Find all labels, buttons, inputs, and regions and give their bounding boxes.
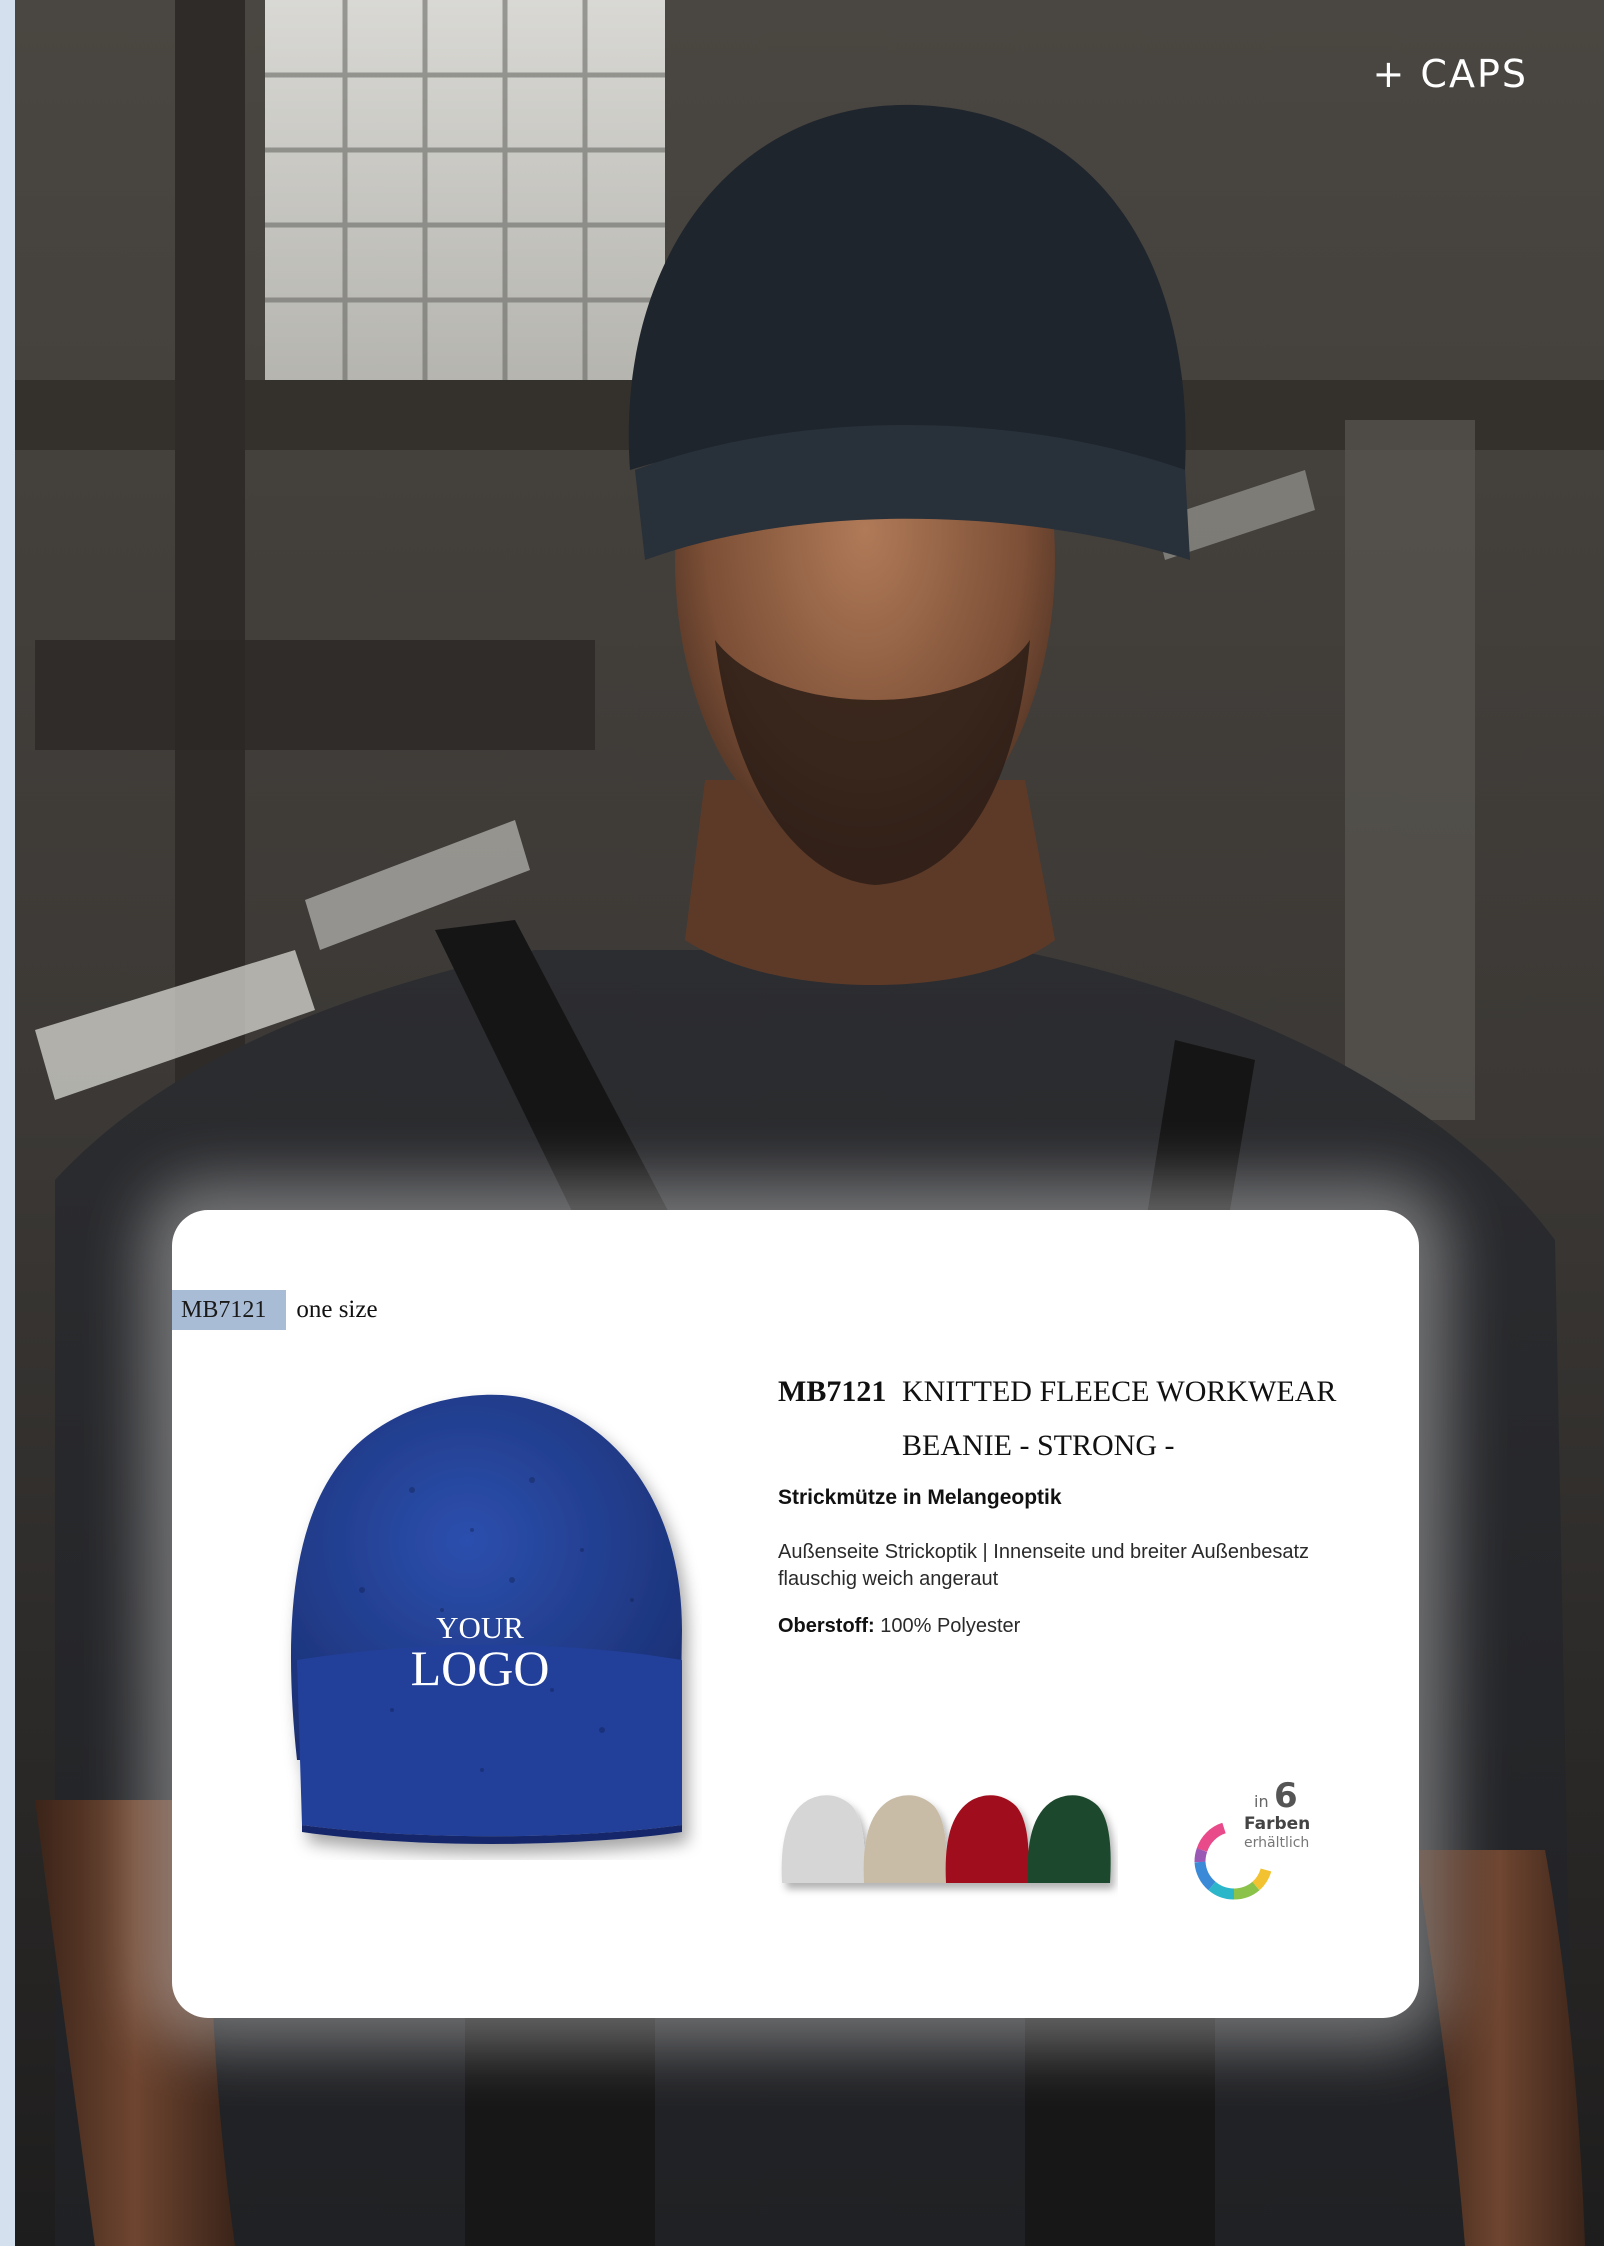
material-label: Oberstoff: [778,1615,875,1637]
colors-available-badge: in 6 Farben erhältlich [1192,1776,1322,1908]
material-info: Oberstoff: 100% Polyester [778,1615,1020,1638]
variant-band-red [946,1858,1028,1883]
badge-prefix: in [1254,1792,1269,1811]
title-text-1: KNITTED FLEECE WORKWEAR [902,1375,1337,1408]
product-code: MB7121 [778,1375,887,1408]
badge-count: 6 [1274,1776,1298,1816]
section-label: + CAPS [1372,52,1528,96]
material-value: 100% Polyester [880,1615,1021,1637]
beanie-product-image: YOUR LOGO [290,1394,682,1844]
badge-line2: erhältlich [1244,1835,1310,1851]
title-line-2: BEANIE - STRONG - [902,1429,1175,1462]
variant-band-grey [782,1858,864,1883]
logo-text-logo: LOGO [411,1640,550,1696]
sku-row: MB7121 one size [172,1290,378,1330]
size-label: one size [296,1296,378,1323]
product-title: MB7121 KNITTED FLEECE WORKWEAR BEANIE - S… [778,1365,1398,1473]
product-description: Außenseite Strickoptik | Innenseite und … [778,1541,1310,1590]
product-card: MB7121 one size YOUR LOGO MB7121 KNITTED… [172,1210,1419,2018]
badge-line1: Farben [1244,1814,1311,1834]
variant-band-beige [864,1858,946,1883]
color-variants [781,1795,1111,1883]
left-edge-strip [0,0,15,2246]
product-subtitle: Strickmütze in Melangeoptik [778,1486,1062,1509]
title-line-1: MB7121 KNITTED FLEECE WORKWEAR [778,1365,1398,1419]
variant-band-green [1028,1858,1110,1883]
sku-tag: MB7121 [172,1290,287,1330]
